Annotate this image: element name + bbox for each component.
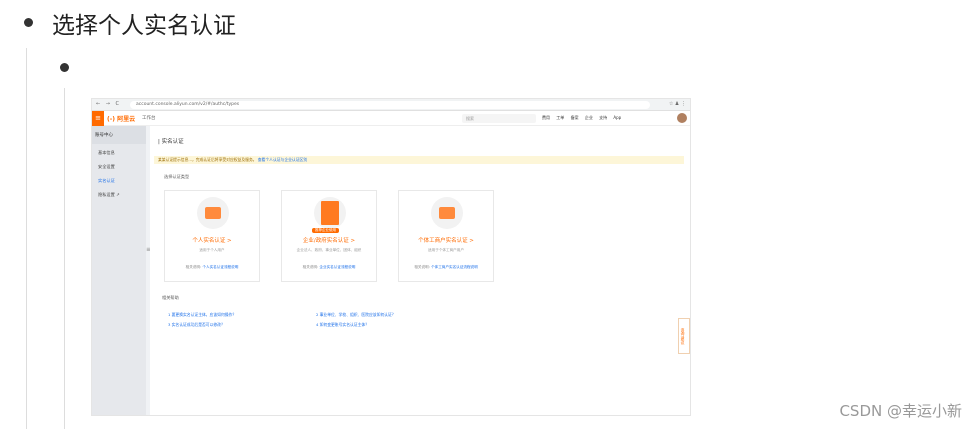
notice-link[interactable]: 查看个人认证与企业认证区别 xyxy=(258,157,307,162)
merchant-icon xyxy=(431,197,463,229)
sidebar: 账号中心 基本信息 安全设置 实名认证 隐私设置 ↗ xyxy=(92,126,146,415)
topnav-item[interactable]: 企业 xyxy=(585,115,593,120)
menu-icon[interactable]: ≡ xyxy=(92,111,104,126)
card-subtitle: 适用于个人用户 xyxy=(199,248,225,252)
card-title[interactable]: 企业/政府实名认证 > xyxy=(282,236,376,244)
personal-verification-card[interactable]: 个人实名认证 > 适用于个人用户 相关说明: 个人实名认证流程说明 xyxy=(164,190,260,282)
related-link[interactable]: 1 要更换实名认证主体，应该如何操作？ xyxy=(168,312,236,318)
sidebar-item-verification[interactable]: 实名认证 xyxy=(92,172,146,186)
notice-text: 某某认证提示信息...，完成认证后将享受对应权益及服务。 xyxy=(158,157,257,162)
embedded-screenshot: ← → C account.console.aliyun.com/v2/#/au… xyxy=(91,98,691,416)
topnav-item[interactable]: 工单 xyxy=(556,115,564,120)
card-title[interactable]: 个体工商户实名认证 > xyxy=(399,236,493,244)
sidebar-title: 账号中心 xyxy=(92,126,146,144)
notice-banner: 某某认证提示信息...，完成认证后将享受对应权益及服务。 查看个人认证与企业认证… xyxy=(154,156,684,164)
aliyun-logo[interactable]: (-) 阿里云 xyxy=(107,114,135,123)
avatar[interactable] xyxy=(677,113,687,123)
card-subtitle: 企业法人、政府、事业单位、团体、组织 xyxy=(296,248,362,252)
list-bullet xyxy=(24,18,33,27)
browser-nav-buttons[interactable]: ← → C xyxy=(96,101,121,107)
card-help-prefix: 相关说明: xyxy=(414,265,430,269)
sidebar-item-security[interactable]: 安全设置 xyxy=(92,158,146,172)
main-content: | 实名认证 某某认证提示信息...，完成认证后将享受对应权益及服务。 查看个人… xyxy=(150,126,690,415)
topnav-item[interactable]: App xyxy=(613,115,621,120)
card-help-link[interactable]: 企业实名认证流程说明 xyxy=(319,265,355,269)
card-help: 相关说明: 个人实名认证流程说明 xyxy=(165,265,259,270)
browser-toolbar: ← → C account.console.aliyun.com/v2/#/au… xyxy=(92,99,690,111)
building-icon xyxy=(314,197,346,229)
enterprise-verification-card[interactable]: 推荐企业使用 企业/政府实名认证 > 企业法人、政府、事业单位、团体、组织 相关… xyxy=(281,190,377,282)
csdn-watermark: CSDN @幸运小新 xyxy=(839,402,962,420)
indent-guide xyxy=(26,48,27,429)
card-help-link[interactable]: 个人实名认证流程说明 xyxy=(202,265,238,269)
top-nav: 费用 工单 备案 企业 支持 App xyxy=(542,115,626,121)
recommend-badge: 推荐企业使用 xyxy=(312,228,339,233)
choose-type-label: 选择认证类型 xyxy=(164,174,190,179)
topnav-item[interactable]: 支持 xyxy=(599,115,607,120)
topnav-item[interactable]: 费用 xyxy=(542,115,550,120)
card-help: 相关说明: 企业实名认证流程说明 xyxy=(282,265,376,270)
individual-business-card[interactable]: 个体工商户实名认证 > 适用于个体工商户用户 相关说明: 个体工商户实名认证流程… xyxy=(398,190,494,282)
card-help: 相关说明: 个体工商户实名认证流程说明 xyxy=(399,265,493,270)
sidebar-item-basic-info[interactable]: 基本信息 xyxy=(92,144,146,158)
page-heading: 选择个人实名认证 xyxy=(52,13,236,39)
topnav-item[interactable]: 备案 xyxy=(571,115,579,120)
related-link[interactable]: 3 实名认证成功后是否可以修改？ xyxy=(168,322,225,328)
nested-list-bullet xyxy=(60,63,69,72)
card-help-link[interactable]: 个体工商户实名认证流程说明 xyxy=(431,265,478,269)
feedback-float-button[interactable]: 咨询·建议 xyxy=(678,318,690,354)
related-link[interactable]: 2 事业单位、学校、组织、医院应该如何认证？ xyxy=(316,312,396,318)
address-bar[interactable]: account.console.aliyun.com/v2/#/authc/ty… xyxy=(130,101,650,109)
related-help-label: 相关帮助 xyxy=(162,295,179,300)
workbench-link[interactable]: 工作台 xyxy=(142,115,156,121)
related-link[interactable]: 4 如何变更账号实名认证主体？ xyxy=(316,322,369,328)
nested-indent-guide xyxy=(64,88,65,429)
card-help-prefix: 相关说明: xyxy=(302,265,319,269)
search-input[interactable]: 搜索 xyxy=(462,114,536,123)
card-help-prefix: 相关说明: xyxy=(185,265,202,269)
id-card-icon xyxy=(197,197,229,229)
card-title[interactable]: 个人实名认证 > xyxy=(165,236,259,244)
console-topbar: ≡ (-) 阿里云 工作台 搜索 费用 工单 备案 企业 支持 App xyxy=(92,111,690,126)
sidebar-item-privacy[interactable]: 隐私设置 ↗ xyxy=(92,186,146,200)
card-subtitle: 适用于个体工商户用户 xyxy=(428,248,464,252)
page-title: | 实名认证 xyxy=(158,139,184,145)
browser-actions[interactable]: ☆ ♟ ⋮ xyxy=(669,101,686,107)
